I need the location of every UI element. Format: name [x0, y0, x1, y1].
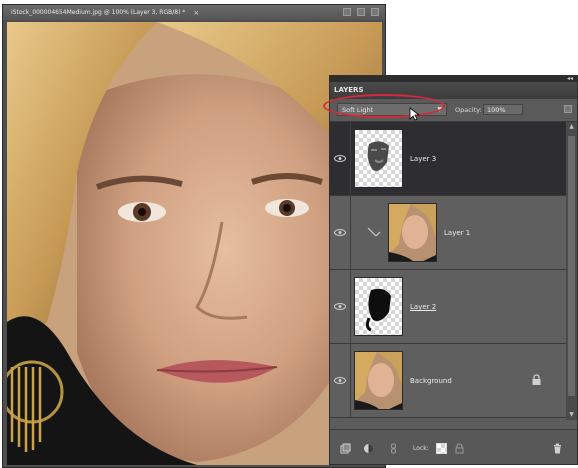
eye-icon[interactable]: [334, 303, 346, 310]
tab-layers[interactable]: LAYERS: [334, 86, 364, 94]
lock-transparency-icon[interactable]: [436, 443, 447, 454]
opacity-field[interactable]: 100%: [483, 104, 523, 115]
document-title: iStock_000004654Medium.jpg @ 100% (Layer…: [11, 9, 186, 16]
layers-list: Layer 3 Layer 1 Layer 2 Background: [330, 122, 566, 420]
document-tab-close-icon[interactable]: ×: [193, 9, 199, 17]
layers-panel: ◂◂ LAYERS Soft Light ▼ Opacity: 100% Lay…: [323, 75, 578, 465]
layer-name[interactable]: Layer 2: [410, 303, 436, 311]
layers-scrollbar[interactable]: ▲ ▼: [566, 122, 577, 420]
layer-thumbnail: [388, 203, 437, 262]
new-layer-icon[interactable]: [340, 443, 351, 454]
lock-all-icon[interactable]: [454, 443, 465, 454]
layer-thumbnail: [354, 351, 403, 410]
adjustment-layer-icon[interactable]: [363, 443, 374, 454]
maximize-button[interactable]: [357, 8, 365, 16]
layer-row-layer-3[interactable]: Layer 3: [330, 122, 566, 196]
panel-menu-button[interactable]: [564, 105, 572, 113]
layer-row-background[interactable]: Background: [330, 344, 566, 418]
document-titlebar[interactable]: iStock_000004654Medium.jpg @ 100% (Layer…: [3, 5, 385, 20]
layer-options-bar: Soft Light ▼ Opacity: 100%: [323, 94, 577, 122]
opacity-label: Opacity:: [455, 106, 482, 114]
document-canvas[interactable]: [7, 22, 382, 465]
highlight-ring: [323, 94, 445, 118]
trash-icon[interactable]: [552, 443, 563, 454]
layer-name[interactable]: Layer 3: [410, 155, 436, 163]
layer-name[interactable]: Background: [410, 377, 452, 385]
lock-icon: [532, 374, 541, 385]
layer-thumbnail: [354, 277, 403, 336]
collapse-panel-icon[interactable]: ◂◂: [567, 75, 573, 82]
cursor-arrow-icon: [409, 107, 421, 121]
minimize-button[interactable]: [343, 8, 351, 16]
layer-row-layer-1[interactable]: Layer 1: [330, 196, 566, 270]
clipping-indicator-icon: [367, 227, 381, 237]
eye-icon[interactable]: [334, 229, 346, 236]
close-window-button[interactable]: [371, 8, 379, 16]
layer-row-layer-2[interactable]: Layer 2: [330, 270, 566, 344]
layer-thumbnail: [354, 129, 403, 188]
eye-icon[interactable]: [334, 377, 346, 384]
scroll-down-icon[interactable]: ▼: [566, 410, 577, 420]
lock-label: Lock:: [413, 445, 429, 452]
scroll-up-icon[interactable]: ▲: [566, 122, 577, 132]
eye-icon[interactable]: [334, 155, 346, 162]
panel-footer: Lock:: [330, 429, 577, 464]
portrait-photo: [7, 22, 382, 465]
layer-name[interactable]: Layer 1: [444, 229, 470, 237]
scroll-thumb[interactable]: [568, 136, 575, 396]
link-icon[interactable]: [388, 443, 399, 454]
